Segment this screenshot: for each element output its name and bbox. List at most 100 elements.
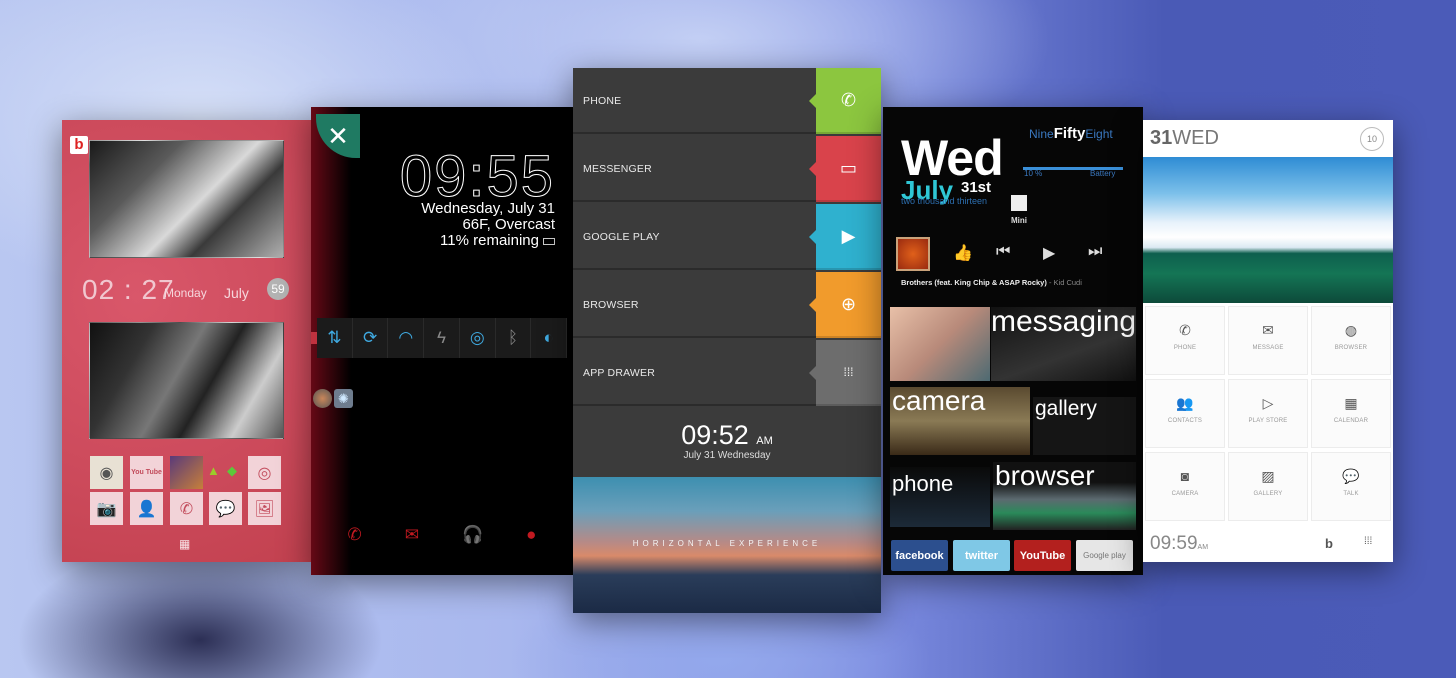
- clock-widget: 02 : 27 Monday July 59: [82, 274, 297, 306]
- gallery-tile[interactable]: gallery: [1033, 397, 1136, 455]
- date-header: 31WED: [1150, 127, 1219, 149]
- messages-icon[interactable]: ✉: [405, 525, 419, 545]
- banner-title: HORIZONTAL EXPERIENCE: [632, 539, 822, 548]
- app-calendar[interactable]: ▦ CALENDAR: [1311, 379, 1391, 448]
- play-store-icon[interactable]: ▶: [809, 204, 881, 270]
- message-icon[interactable]: ▭: [809, 136, 881, 202]
- mini-app-icon[interactable]: [1011, 195, 1027, 211]
- list-item-google-play[interactable]: GOOGLE PLAY: [573, 204, 816, 270]
- album-art: [896, 237, 930, 271]
- music-icon[interactable]: 🎧: [462, 525, 483, 545]
- grid-icon[interactable]: ⁞⁞⁞: [809, 340, 881, 406]
- beats-logo-icon[interactable]: b: [70, 136, 88, 154]
- quick-settings-bar: ⇅ ⟳ ◠ ϟ ◎ ᛒ ◐: [317, 318, 568, 358]
- app-browser[interactable]: ◍ BROWSER: [1311, 306, 1391, 375]
- chrome-icon[interactable]: ◎: [248, 456, 281, 489]
- google-play-tile[interactable]: Google play: [1076, 540, 1133, 571]
- phone-icon[interactable]: ✆: [348, 525, 362, 545]
- next-icon[interactable]: ⏭: [1088, 243, 1102, 261]
- app-gallery[interactable]: ▨ GALLERY: [1228, 452, 1308, 521]
- youtube-icon[interactable]: You Tube: [130, 456, 163, 489]
- app-message[interactable]: ✉ MESSAGE: [1228, 306, 1308, 375]
- messaging-tile[interactable]: messaging: [991, 307, 1136, 381]
- app-phone[interactable]: ✆ PHONE: [1145, 306, 1225, 375]
- phone-icon: ✆: [1179, 322, 1191, 338]
- white-theme-screen: 31WED 10 ✆ PHONE ✉ MESSAGE ◍ BROWSER 👥 CONTA…: [1143, 120, 1393, 562]
- instagram-icon[interactable]: ◉: [90, 456, 123, 489]
- clock-time: 09:52: [681, 420, 749, 450]
- app-drawer-icon[interactable]: ⁞⁞⁞: [1364, 536, 1372, 547]
- browser-icon: ◍: [1344, 322, 1358, 338]
- list-item-app-drawer[interactable]: APP DRAWER: [573, 340, 816, 406]
- mini-app-label: Mini: [1011, 216, 1027, 225]
- contact-photo-icon[interactable]: [170, 456, 203, 489]
- wallpaper-banner: HORIZONTAL EXPERIENCE: [573, 477, 881, 613]
- beats-logo-icon[interactable]: b: [1325, 536, 1333, 551]
- previous-icon[interactable]: ⏮: [996, 243, 1010, 261]
- clock-date: July 31 Wednesday: [683, 450, 771, 461]
- clock-widget: 09:59AM: [1150, 533, 1209, 554]
- app-contacts[interactable]: 👥 CONTACTS: [1145, 379, 1225, 448]
- app-drawer-icon[interactable]: ▦: [179, 538, 191, 550]
- phone-icon[interactable]: ✆: [170, 492, 203, 525]
- facebook-tile[interactable]: facebook: [891, 540, 948, 571]
- progress-ring: 10: [1360, 127, 1384, 151]
- battery-value: 10 %: [1024, 169, 1043, 178]
- thumbs-up-icon[interactable]: 👍: [953, 243, 973, 263]
- wifi-toggle-icon[interactable]: ◠: [388, 318, 425, 358]
- list-theme-screen: PHONE ✆ MESSENGER ▭ GOOGLE PLAY ▶ BROWSE…: [573, 68, 881, 613]
- globe-icon[interactable]: ⊕: [809, 272, 881, 338]
- tiles-theme-screen: Wed July 31st two thousand thirteen Nine…: [883, 107, 1143, 575]
- contacts-icon[interactable]: 👤: [130, 492, 163, 525]
- status-info: Wednesday, July 31 66F, Overcast 11% rem…: [421, 201, 555, 249]
- chat-icon[interactable]: 💬: [209, 492, 242, 525]
- app-play-store[interactable]: ▷ PLAY STORE: [1228, 379, 1308, 448]
- browser-icon[interactable]: ●: [526, 525, 536, 545]
- camera-icon[interactable]: 📷: [90, 492, 123, 525]
- app-talk[interactable]: 💬 TALK: [1311, 452, 1391, 521]
- gallery-icon: ▨: [1261, 468, 1275, 484]
- android-alt-icon[interactable]: ◆: [227, 463, 237, 479]
- battery-icon: [543, 237, 555, 245]
- brightness-toggle-icon[interactable]: ◐: [531, 318, 568, 358]
- gps-toggle-icon[interactable]: ◎: [460, 318, 496, 358]
- wallpaper-tile: [890, 307, 990, 381]
- song-title: Brothers (feat. King Chip & ASAP Rocky): [901, 278, 1047, 287]
- gallery-icon[interactable]: 🖼: [248, 492, 281, 525]
- clock-time: 02 : 27: [82, 274, 175, 305]
- browser-tile[interactable]: browser: [993, 462, 1136, 530]
- black-theme-screen: ✕ 09:55 Wednesday, July 31 66F, Overcast…: [311, 107, 573, 575]
- twitter-tile[interactable]: twitter: [953, 540, 1010, 571]
- phone-icon[interactable]: ✆: [809, 68, 881, 134]
- music-player-widget: 👍 ⏮ ▶ ⏭ Brothers (feat. King Chip & ASAP…: [893, 235, 1129, 290]
- word-clock: NineFiftyEight: [1029, 125, 1113, 142]
- list-item-messenger[interactable]: MESSENGER: [573, 136, 816, 202]
- phone-tile[interactable]: phone: [890, 467, 990, 527]
- app-camera[interactable]: ◙ CAMERA: [1145, 452, 1225, 521]
- battery-text: 11% remaining: [440, 232, 539, 249]
- flash-toggle-icon[interactable]: ϟ: [424, 318, 460, 358]
- youtube-tile[interactable]: YouTube: [1014, 540, 1071, 571]
- camera-tile[interactable]: camera: [890, 387, 1030, 455]
- song-artist: - Kid Cudi: [1048, 278, 1082, 287]
- list-item-phone[interactable]: PHONE: [573, 68, 816, 134]
- bluetooth-toggle-icon[interactable]: ᛒ: [496, 318, 532, 358]
- date-text: 31st: [961, 179, 992, 196]
- calendar-icon: ▦: [1344, 395, 1358, 411]
- clock-day: Monday: [164, 286, 207, 300]
- clock-widget: 09:52 AM July 31 Wednesday: [573, 410, 881, 478]
- wallpaper-photo-bottom: [89, 322, 284, 439]
- play-icon[interactable]: ▶: [1043, 243, 1055, 263]
- android-icon[interactable]: ▲: [207, 463, 220, 478]
- play-store-icon: ▷: [1262, 395, 1274, 411]
- date-text: Wednesday, July 31: [421, 200, 555, 217]
- sync-toggle-icon[interactable]: ⟳: [353, 318, 389, 358]
- camera-icon: ◙: [1180, 468, 1190, 484]
- list-item-browser[interactable]: BROWSER: [573, 272, 816, 338]
- speaker-app-icon[interactable]: [313, 389, 332, 408]
- settings-app-icon[interactable]: ✺: [334, 389, 353, 408]
- red-theme-screen: b 02 : 27 Monday July 59 ◉ You Tube ▲ ◆ …: [62, 120, 312, 562]
- message-icon: ✉: [1262, 322, 1274, 338]
- weather-text: 66F, Overcast: [462, 216, 555, 233]
- data-toggle-icon[interactable]: ⇅: [317, 318, 353, 358]
